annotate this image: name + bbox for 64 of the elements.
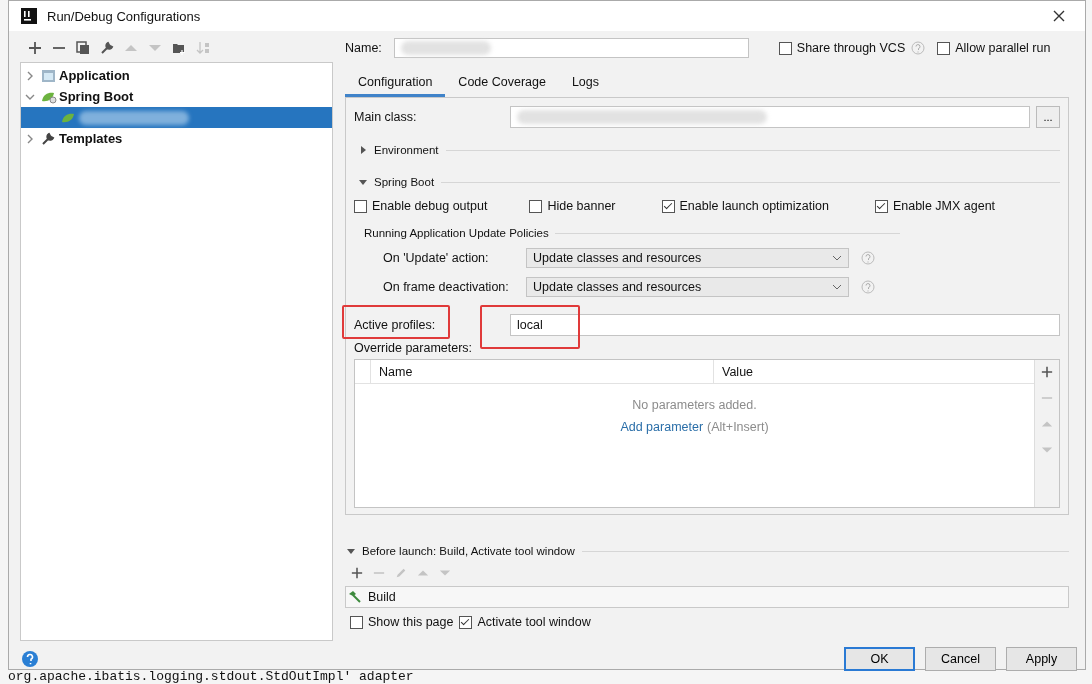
column-header[interactable]: Name	[371, 360, 714, 383]
section-title[interactable]: Environment	[374, 144, 439, 156]
chevron-right-icon[interactable]	[25, 70, 35, 81]
dialog-button[interactable]: Apply	[1006, 647, 1077, 671]
browse-button[interactable]: ...	[1036, 106, 1060, 128]
name-label: Name:	[345, 41, 382, 55]
main-class-field[interactable]	[510, 106, 1030, 128]
folder-icon[interactable]	[172, 41, 186, 55]
section-title[interactable]: Before launch: Build, Activate tool window	[362, 545, 575, 557]
empty-message: No parameters added.	[632, 398, 757, 412]
add-icon[interactable]	[28, 41, 42, 55]
help-icon[interactable]	[861, 280, 875, 294]
checkbox[interactable]: Show this page	[350, 615, 454, 629]
column-header[interactable]: Value	[714, 360, 754, 383]
name-field[interactable]	[393, 38, 749, 58]
caret-icon	[832, 255, 842, 261]
checkbox[interactable]: Allow parallel run	[937, 41, 1051, 55]
checkbox[interactable]: Hide banner	[529, 196, 616, 216]
code-line: org.apache.ibatis.logging.stdout.StdOutImpl' adapter	[7, 670, 415, 684]
tree-item[interactable]	[21, 107, 332, 128]
caret-icon	[832, 284, 842, 290]
section-title[interactable]: Spring Boot	[374, 176, 435, 188]
active-profiles-field[interactable]: local	[510, 314, 1060, 336]
tree-item[interactable]: Application	[21, 65, 332, 86]
wrench-icon[interactable]	[100, 41, 114, 55]
tab[interactable]: Code Coverage	[445, 69, 559, 97]
checkbox[interactable]: Enable debug output	[354, 196, 488, 216]
policy-label: On frame deactivation:	[383, 280, 510, 294]
expanded-triangle-icon[interactable]	[359, 178, 367, 186]
wrench-icon	[41, 131, 57, 146]
policy-label: On 'Update' action:	[383, 251, 490, 265]
chevron-right-icon[interactable]	[25, 133, 35, 144]
active-profiles-label: Active profiles:	[354, 318, 437, 332]
app-logo-icon	[21, 8, 37, 24]
policy-dropdown[interactable]: Update classes and resources	[526, 248, 849, 268]
tree-item[interactable]: Spring Boot	[21, 86, 332, 107]
close-icon[interactable]	[1053, 10, 1065, 22]
help-icon[interactable]	[21, 650, 39, 668]
collapsed-triangle-icon[interactable]	[359, 146, 367, 154]
help-icon[interactable]	[861, 251, 875, 265]
tree-item[interactable]: Templates	[21, 128, 332, 149]
add-parameter-link[interactable]: Add parameter	[620, 420, 704, 434]
hammer-icon	[348, 590, 362, 604]
dialog-button[interactable]: OK	[844, 647, 915, 671]
override-label: Override parameters:	[354, 341, 474, 355]
window-icon	[41, 68, 57, 83]
copy-icon[interactable]	[76, 41, 90, 55]
checkbox[interactable]: Enable launch optimization	[661, 196, 829, 216]
add-icon[interactable]	[351, 567, 363, 579]
task-item[interactable]: Build	[368, 590, 396, 604]
dialog-button[interactable]: Cancel	[925, 647, 996, 671]
main-class-label: Main class:	[354, 110, 418, 124]
window-title: Run/Debug Configurations	[47, 8, 202, 24]
tab[interactable]: Logs	[558, 69, 613, 97]
add-icon[interactable]	[1041, 366, 1053, 378]
checkbox[interactable]: Activate tool window	[459, 615, 591, 629]
help-icon[interactable]	[911, 41, 926, 55]
expanded-triangle-icon[interactable]	[347, 547, 355, 555]
group-title: Running Application Update Policies	[364, 227, 549, 239]
policy-dropdown[interactable]: Update classes and resources	[526, 277, 849, 297]
checkbox[interactable]: Enable JMX agent	[874, 196, 996, 216]
shortcut-hint: (Alt+Insert)	[707, 420, 769, 434]
tab[interactable]: Configuration	[345, 69, 446, 97]
checkbox[interactable]: Share through VCS	[778, 41, 906, 55]
